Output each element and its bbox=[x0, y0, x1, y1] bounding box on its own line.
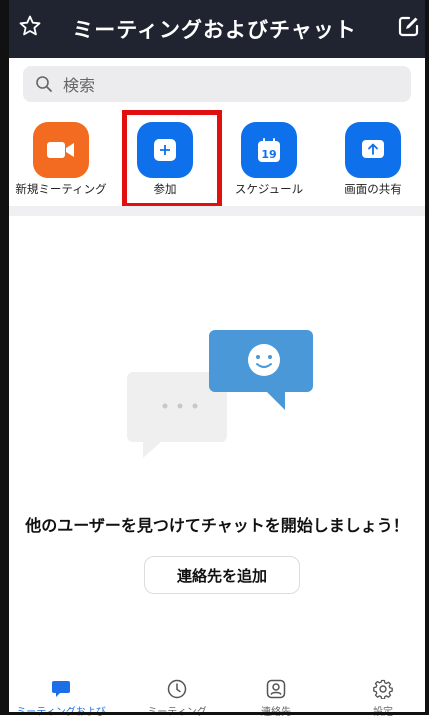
device-frame bbox=[0, 0, 429, 715]
